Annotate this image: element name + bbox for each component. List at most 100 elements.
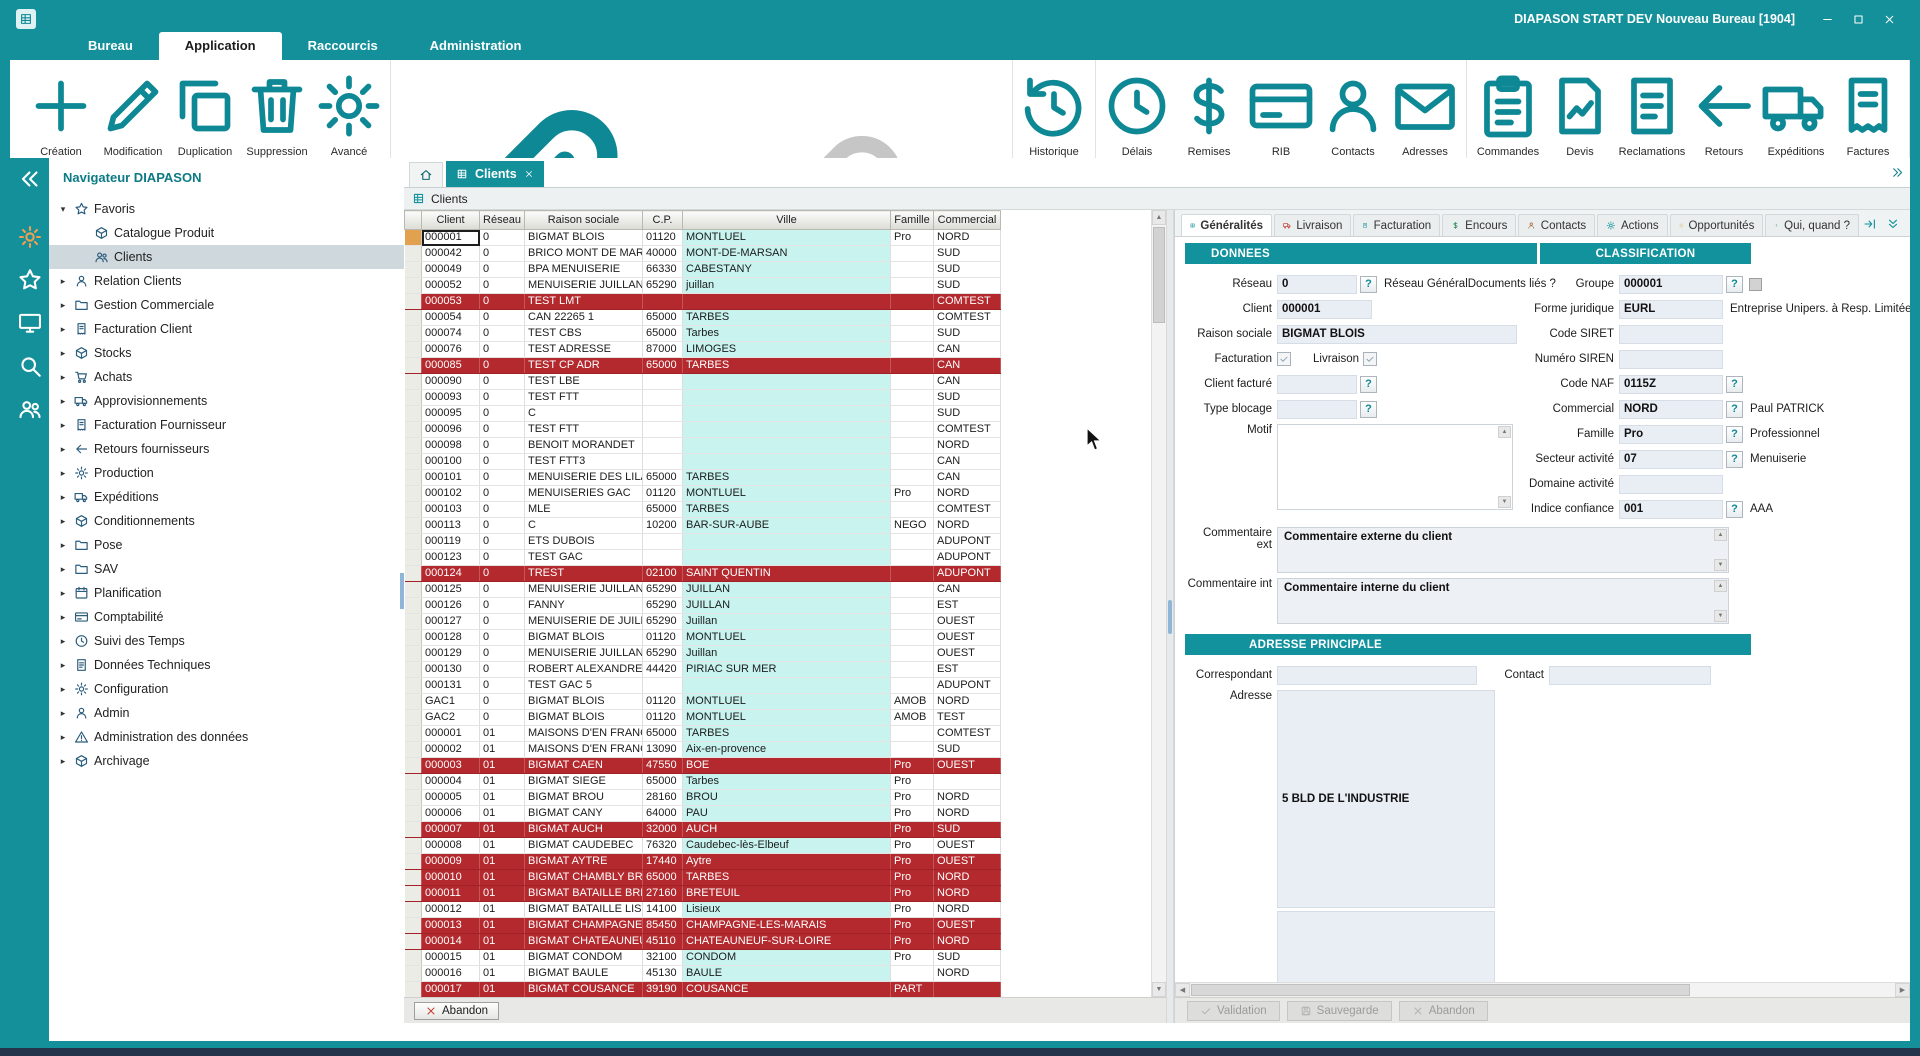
cell-commercial[interactable]: SUD [934,742,1001,758]
cell-famille[interactable] [891,342,934,358]
row-selector[interactable] [405,710,422,726]
cell-client[interactable]: 000074 [422,326,480,342]
expand-panel-icon[interactable] [1863,217,1877,231]
cell-c-p[interactable]: 65290 [643,582,683,598]
cell-commercial[interactable]: SUD [934,390,1001,406]
cell-reseau[interactable]: 0 [480,374,525,390]
cell-famille[interactable]: Pro [891,918,934,934]
ribbon-button-rib[interactable]: RIB [1245,67,1317,161]
cell-ville[interactable] [683,390,891,406]
cell-c-p[interactable]: 65290 [643,278,683,294]
cell-famille[interactable]: Pro [891,838,934,854]
column-header-reseau[interactable]: Réseau [480,211,525,230]
cell-ville[interactable]: Lisieux [683,902,891,918]
form-tab-generalites[interactable]: Généralités [1181,214,1272,236]
cell-commercial[interactable]: NORD [934,966,1001,982]
cell-reseau[interactable]: 0 [480,486,525,502]
sidebar-item-donnees-techniques[interactable]: ▸Données Techniques [49,653,404,677]
cell-raison-sociale[interactable]: BIGMAT BLOIS [525,710,643,726]
client-facture-lookup-button[interactable]: ? [1360,376,1377,393]
cell-commercial[interactable]: COMTEST [934,422,1001,438]
sidebar-item-expeditions[interactable]: ▸Expéditions [49,485,404,509]
cell-client[interactable]: 000017 [422,982,480,998]
row-selector[interactable] [405,278,422,294]
cell-ville[interactable] [683,374,891,390]
cell-commercial[interactable]: NORD [934,870,1001,886]
cell-raison-sociale[interactable]: BIGMAT CHATEAUNEUF [525,934,643,950]
cell-c-p[interactable]: 65000 [643,870,683,886]
row-selector[interactable] [405,582,422,598]
form-tab-livraison[interactable]: Livraison [1274,214,1351,236]
row-selector[interactable] [405,374,422,390]
rail-desktop-icon[interactable] [17,310,43,336]
row-selector[interactable] [405,326,422,342]
groupe-lookup-button[interactable]: ? [1726,276,1743,293]
commentaire-ext-scroll-down-icon[interactable]: ▼ [1714,559,1727,571]
cell-commercial[interactable]: SUD [934,326,1001,342]
ribbon-button-contacts[interactable]: Contacts [1317,67,1389,161]
cell-famille[interactable] [891,614,934,630]
cell-raison-sociale[interactable]: FANNY [525,598,643,614]
cell-ville[interactable]: Juillan [683,646,891,662]
row-selector[interactable] [405,358,422,374]
tree-expander-icon[interactable]: ▸ [57,492,69,503]
cell-famille[interactable] [891,550,934,566]
cell-c-p[interactable]: 45130 [643,966,683,982]
cell-reseau[interactable]: 0 [480,310,525,326]
row-selector[interactable] [405,230,422,246]
cell-raison-sociale[interactable]: BPA MENUISERIE [525,262,643,278]
client-row-0-000095[interactable]: 0000950CSUD [405,406,1001,422]
tree-expander-icon[interactable]: ▸ [57,396,69,407]
rail-search-icon[interactable] [17,353,43,379]
cell-raison-sociale[interactable]: TEST LBE [525,374,643,390]
cell-client[interactable]: GAC2 [422,710,480,726]
client-row-0-000119[interactable]: 0001190ETS DUBOISADUPONT [405,534,1001,550]
cell-reseau[interactable]: 01 [480,774,525,790]
close-tab-icon[interactable] [524,169,534,179]
cell-ville[interactable]: BOE [683,758,891,774]
cell-ville[interactable]: CHAMPAGNE-LES-MARAIS [683,918,891,934]
cell-raison-sociale[interactable]: CAN 22265 1 [525,310,643,326]
code-siret-input[interactable] [1619,325,1723,344]
cell-famille[interactable] [891,262,934,278]
cell-ville[interactable]: Caudebec-lès-Elbeuf [683,838,891,854]
client-input[interactable]: 000001 [1277,300,1372,319]
cell-ville[interactable]: AUCH [683,822,891,838]
row-selector[interactable] [405,502,422,518]
row-selector[interactable] [405,550,422,566]
cell-ville[interactable]: PAU [683,806,891,822]
cell-famille[interactable] [891,438,934,454]
row-selector[interactable] [405,470,422,486]
cell-raison-sociale[interactable]: BIGMAT BROU [525,790,643,806]
cell-commercial[interactable]: SUD [934,262,1001,278]
tree-expander-icon[interactable]: ▸ [57,516,69,527]
cell-famille[interactable] [891,646,934,662]
cell-client[interactable]: 000129 [422,646,480,662]
rail-collapse-nav-icon[interactable] [17,166,43,192]
row-selector[interactable] [405,854,422,870]
cell-commercial[interactable]: OUEST [934,838,1001,854]
cell-raison-sociale[interactable]: ETS DUBOIS [525,534,643,550]
cell-ville[interactable] [683,454,891,470]
client-row-0-000042[interactable]: 0000420BRICO MONT DE MARSA40000MONT-DE-M… [405,246,1001,262]
cell-reseau[interactable]: 0 [480,662,525,678]
cell-raison-sociale[interactable]: MENUISERIE JUILLANAIS [525,582,643,598]
cell-c-p[interactable]: 65290 [643,598,683,614]
client-row-01-000005[interactable]: 00000501BIGMAT BROU28160BROUProNORD [405,790,1001,806]
cell-famille[interactable] [891,454,934,470]
cell-ville[interactable] [683,406,891,422]
cell-commercial[interactable]: OUEST [934,918,1001,934]
cell-commercial[interactable]: ADUPONT [934,534,1001,550]
cell-reseau[interactable]: 0 [480,342,525,358]
client-row-0-gac1[interactable]: GAC10BIGMAT BLOIS01120MONTLUELAMOBNORD [405,694,1001,710]
cell-raison-sociale[interactable]: BIGMAT CHAMPAGNE-L [525,918,643,934]
row-selector[interactable] [405,726,422,742]
cell-ville[interactable]: TARBES [683,870,891,886]
cell-raison-sociale[interactable]: TEST FTT3 [525,454,643,470]
cell-commercial[interactable]: SUD [934,950,1001,966]
cell-commercial[interactable]: NORD [934,790,1001,806]
sidebar-item-stocks[interactable]: ▸Stocks [49,341,404,365]
tree-expander-icon[interactable]: ▸ [57,588,69,599]
cell-commercial[interactable]: NORD [934,934,1001,950]
ribbon-button-commandes[interactable]: Commandes [1472,67,1544,161]
